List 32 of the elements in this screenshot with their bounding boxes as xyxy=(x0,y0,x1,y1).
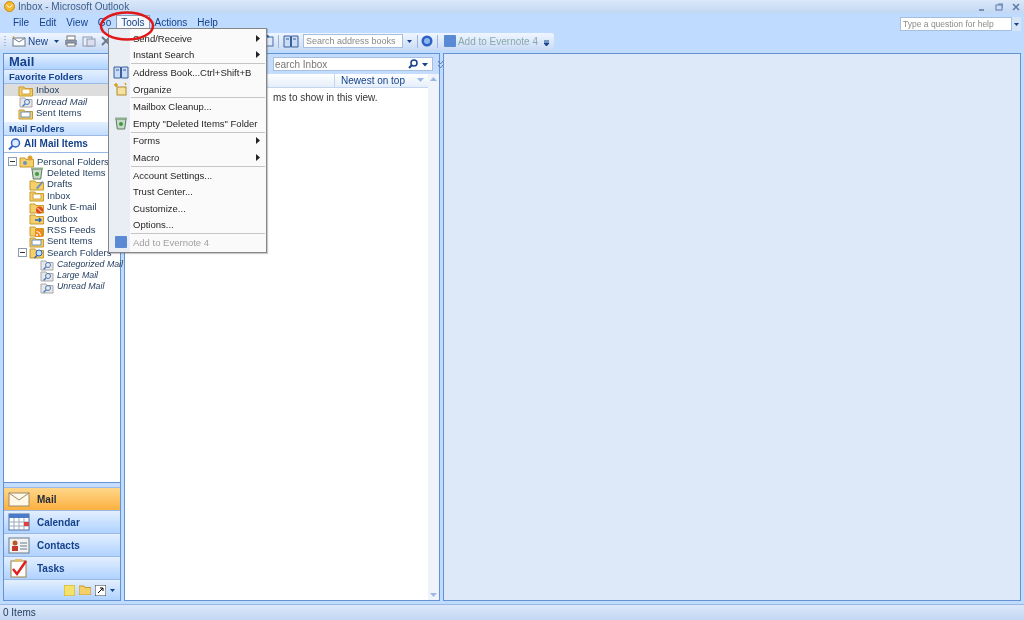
all-mail-items-link[interactable]: All Mail Items xyxy=(24,138,88,149)
menu-entry[interactable]: Options... xyxy=(110,216,266,234)
navigation-button[interactable]: Contacts xyxy=(4,533,120,556)
menu-item[interactable]: View xyxy=(61,15,93,30)
folder-item[interactable]: Search Folders xyxy=(47,246,112,258)
folder-item[interactable]: Drafts xyxy=(47,178,73,190)
menu-item[interactable]: Help xyxy=(192,15,223,30)
new-button[interactable]: New xyxy=(10,35,50,47)
folder-item[interactable]: Unread Mail xyxy=(57,281,105,292)
address-search-field[interactable]: Search address books xyxy=(302,34,403,48)
menu-entry[interactable]: Customize... xyxy=(110,199,266,217)
folder-item[interactable]: Deleted Items xyxy=(47,167,106,179)
menu-entry[interactable]: Account Settings... xyxy=(110,166,266,184)
folder-item[interactable]: Large Mail xyxy=(57,270,99,281)
folder-item[interactable]: Sent Items xyxy=(47,235,93,247)
empty-list-message: ms to show in this view. xyxy=(273,92,378,103)
navigation-button[interactable]: Calendar xyxy=(4,510,120,533)
folder-item[interactable]: Junk E-mail xyxy=(47,201,97,213)
help-search-field[interactable]: Type a question for help xyxy=(900,17,1012,31)
menu-entry[interactable]: Macro xyxy=(110,149,266,166)
status-text: 0 Items xyxy=(3,607,36,618)
folder-item[interactable]: Inbox xyxy=(47,189,71,201)
menu-entry[interactable]: Send/Receive xyxy=(110,30,266,47)
menu-item[interactable]: Edit xyxy=(34,15,62,30)
folder-item[interactable]: Outbox xyxy=(47,212,78,224)
folder-item[interactable]: RSS Feeds xyxy=(47,224,96,236)
menu-item[interactable]: File xyxy=(8,15,35,30)
navigation-button[interactable]: Tasks xyxy=(4,556,120,579)
menu-entry[interactable]: Trust Center... xyxy=(110,183,266,200)
window-title: Inbox - Microsoft Outlook xyxy=(18,1,131,12)
navigation-button[interactable]: Mail xyxy=(4,487,120,510)
folder-item[interactable]: Personal Folders xyxy=(37,155,109,167)
